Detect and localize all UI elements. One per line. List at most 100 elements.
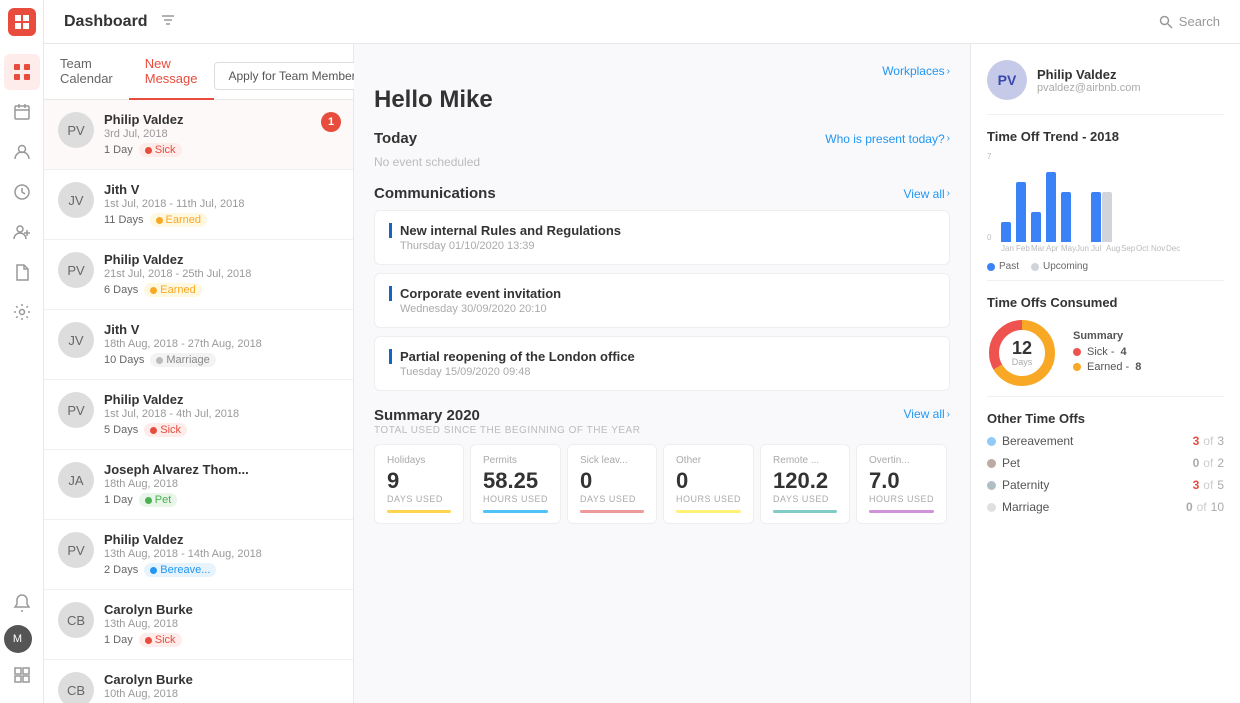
request-item[interactable]: PV Philip Valdez 3rd Jul, 2018 1 Day Sic… <box>44 100 353 170</box>
request-info: Carolyn Burke 13th Aug, 2018 1 Day Sick <box>104 602 339 647</box>
other-to-values: 3 of 3 <box>1193 434 1224 448</box>
badge-dot <box>156 357 163 364</box>
top-header: Dashboard Search <box>44 0 1240 44</box>
sick-dot <box>1073 348 1081 356</box>
other-to-dot <box>987 503 996 512</box>
sidebar-item-grid2[interactable] <box>4 657 40 693</box>
present-today-link[interactable]: Who is present today? › <box>825 132 950 146</box>
request-item[interactable]: PV Philip Valdez 13th Aug, 2018 - 14th A… <box>44 520 353 590</box>
request-name: Philip Valdez <box>104 252 339 267</box>
other-time-offs-heading: Other Time Offs <box>987 411 1224 426</box>
sum-card-bar <box>773 510 837 513</box>
request-item[interactable]: PV Philip Valdez 1st Jul, 2018 - 4th Jul… <box>44 380 353 450</box>
donut-summary-title: Summary <box>1073 330 1141 342</box>
request-badge: Sick <box>144 423 187 437</box>
sum-card-value: 0 <box>580 470 644 492</box>
chart-month-label: Jan <box>1001 244 1011 253</box>
sidebar-item-time[interactable] <box>4 174 40 210</box>
tab-team-calendar[interactable]: Team Calendar <box>44 44 129 100</box>
sum-card-bar <box>869 510 934 513</box>
sidebar-item-users[interactable] <box>4 134 40 170</box>
comm-card[interactable]: New internal Rules and Regulations Thurs… <box>374 210 950 265</box>
sidebar-item-bell[interactable] <box>4 585 40 621</box>
chart-month-label: Dec <box>1166 244 1176 253</box>
sidebar-item-docs[interactable] <box>4 254 40 290</box>
other-to-label: Paternity <box>987 478 1193 492</box>
chart-bar-group <box>1016 182 1026 242</box>
sidebar-item-settings[interactable] <box>4 294 40 330</box>
time-off-trend-heading: Time Off Trend - 2018 <box>987 129 1224 144</box>
chart-bar-past <box>1016 182 1026 242</box>
request-badge: Marriage <box>150 353 215 367</box>
request-days: 10 Days <box>104 354 144 366</box>
comm-card-date: Tuesday 15/09/2020 09:48 <box>389 366 935 378</box>
chart-month-label: Apr <box>1046 244 1056 253</box>
comm-view-all-link[interactable]: View all › <box>904 187 950 201</box>
comm-label: Communications <box>374 185 496 202</box>
request-days: 1 Day <box>104 144 133 156</box>
request-avatar: PV <box>58 252 94 288</box>
sidebar-item-dashboard[interactable] <box>4 54 40 90</box>
request-tags: 1 Day Sick <box>104 633 339 647</box>
badge-dot <box>156 217 163 224</box>
summary-cards: Holidays 9 DAYS USED Permits 58.25 HOURS… <box>374 444 950 524</box>
chart-month-label: Nov <box>1151 244 1161 253</box>
request-item[interactable]: JV Jith V 1st Jul, 2018 - 11th Jul, 2018… <box>44 170 353 240</box>
other-to-sep: of <box>1203 478 1213 492</box>
request-item[interactable]: PV Philip Valdez 21st Jul, 2018 - 25th J… <box>44 240 353 310</box>
sum-card-value: 120.2 <box>773 470 837 492</box>
request-dates: 13th Aug, 2018 <box>104 618 339 630</box>
sum-card-unit: HOURS USED <box>869 494 934 504</box>
filter-icon[interactable] <box>160 12 176 31</box>
other-time-off-row: Marriage 0 of 10 <box>987 500 1224 514</box>
summary-section: Summary 2020 TOTAL USED SINCE THE BEGINN… <box>374 407 950 524</box>
chart-bar-past <box>1031 212 1041 242</box>
comm-chevron-icon: › <box>947 188 950 199</box>
request-tags: 10 Days Marriage <box>104 353 339 367</box>
other-to-total: 10 <box>1211 500 1224 514</box>
profile-avatar: PV <box>987 60 1027 100</box>
apply-team-member-button[interactable]: Apply for Team Member <box>214 62 371 90</box>
comm-card[interactable]: Partial reopening of the London office T… <box>374 336 950 391</box>
sidebar-item-add-user[interactable] <box>4 214 40 250</box>
request-info: Philip Valdez 21st Jul, 2018 - 25th Jul,… <box>104 252 339 297</box>
chart-legend: Past Upcoming <box>987 261 1224 272</box>
other-to-total: 2 <box>1217 456 1224 470</box>
summary-card: Remote ... 120.2 DAYS USED <box>760 444 850 524</box>
other-to-values: 0 of 2 <box>1193 456 1224 470</box>
other-to-sep: of <box>1203 456 1213 470</box>
right-panel: PV Philip Valdez pvaldez@airbnb.com Time… <box>970 44 1240 703</box>
comm-card[interactable]: Corporate event invitation Wednesday 30/… <box>374 273 950 328</box>
summary-card: Sick leav... 0 DAYS USED <box>567 444 657 524</box>
request-avatar: JA <box>58 462 94 498</box>
request-name: Jith V <box>104 322 339 337</box>
chart-bar-group <box>1001 222 1011 242</box>
sidebar-user-avatar[interactable]: M <box>4 625 32 653</box>
tab-new-message[interactable]: New Message <box>129 44 214 100</box>
request-name: Philip Valdez <box>104 532 339 547</box>
request-item[interactable]: JA Joseph Alvarez Thom... 18th Aug, 2018… <box>44 450 353 520</box>
other-to-used: 3 <box>1193 478 1200 492</box>
sidebar-item-calendar[interactable] <box>4 94 40 130</box>
request-dates: 3rd Jul, 2018 <box>104 128 339 140</box>
summary-view-all-link[interactable]: View all › <box>904 407 950 421</box>
other-to-sep: of <box>1197 500 1207 514</box>
other-time-offs-list: Bereavement 3 of 3 Pet 0 of 2 Paternity … <box>987 434 1224 514</box>
workplaces-link[interactable]: Workplaces › <box>374 64 950 78</box>
sidebar-logo[interactable] <box>8 8 36 36</box>
request-item[interactable]: JV Jith V 18th Aug, 2018 - 27th Aug, 201… <box>44 310 353 380</box>
summary-chevron-icon: › <box>947 409 950 420</box>
request-item[interactable]: CB Carolyn Burke 10th Aug, 2018 1 Day Si… <box>44 660 353 703</box>
request-dates: 10th Aug, 2018 <box>104 688 339 700</box>
chart-month-label: Mar <box>1031 244 1041 253</box>
sidebar: M <box>0 0 44 703</box>
request-item[interactable]: CB Carolyn Burke 13th Aug, 2018 1 Day Si… <box>44 590 353 660</box>
request-tags: 1 Day Pet <box>104 493 339 507</box>
sum-card-unit: HOURS USED <box>676 494 741 504</box>
other-to-used: 0 <box>1193 456 1200 470</box>
request-info: Philip Valdez 13th Aug, 2018 - 14th Aug,… <box>104 532 339 577</box>
request-list: PV Philip Valdez 3rd Jul, 2018 1 Day Sic… <box>44 100 353 703</box>
search-box[interactable]: Search <box>1159 14 1220 29</box>
today-label: Today <box>374 130 417 147</box>
sidebar-bottom: M <box>4 583 40 695</box>
